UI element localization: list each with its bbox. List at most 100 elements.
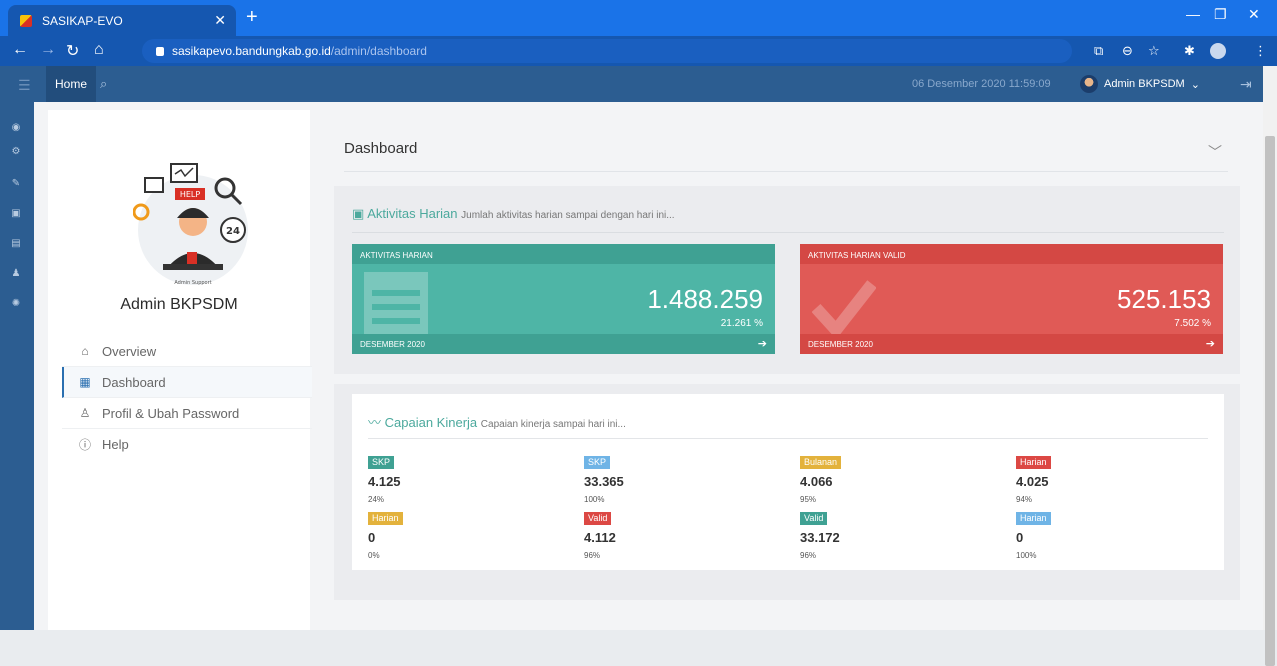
home-nav-button[interactable]: Home — [46, 66, 96, 102]
person-icon[interactable]: ♟ — [10, 268, 22, 279]
scrollbar-thumb[interactable] — [1265, 136, 1275, 666]
capaian-title: 〰 Capaian Kinerja Capaian kinerja sampai… — [368, 412, 626, 431]
card-footer: DESEMBER 2020 — [352, 334, 775, 354]
close-window-button[interactable]: ✕ — [1248, 6, 1260, 23]
stat-percent: 100% — [1016, 551, 1037, 560]
divider — [368, 438, 1208, 439]
tab-title: SASIKAP-EVO — [42, 13, 123, 28]
address-bar[interactable]: sasikapevo.bandungkab.go.id/admin/dashbo… — [142, 39, 1072, 63]
kinerja-stat: Valid 33.172 96% — [800, 508, 1000, 560]
maximize-button[interactable]: ❐ — [1214, 6, 1227, 23]
aktivitas-harian-valid-card: AKTIVITAS HARIAN VALID 525.153 7.502 % D… — [800, 244, 1223, 354]
star-icon[interactable]: ☆ — [1148, 43, 1160, 59]
profile-menu: ⌂ Overview ▦ Dashboard ♙ Profil & Ubah P… — [62, 336, 312, 460]
card-header: AKTIVITAS HARIAN VALID — [800, 244, 1223, 264]
illustration-help-text: HELP — [180, 190, 201, 199]
stat-value: 0 — [1016, 530, 1024, 545]
user-circle-icon[interactable]: ◉ — [10, 122, 22, 133]
aktivitas-harian-box: ▣ Aktivitas Harian Jumlah aktivitas hari… — [334, 186, 1240, 374]
stat-percent: 96% — [800, 551, 817, 560]
skp-badge: SKP — [584, 456, 611, 469]
minimize-button[interactable]: — — [1186, 6, 1200, 22]
forward-arrow-icon[interactable]: → — [40, 41, 56, 59]
bulanan-badge: Bulanan — [800, 456, 842, 469]
menu-item-label: Profil & Ubah Password — [102, 405, 240, 421]
card-icon[interactable]: ▤ — [10, 238, 22, 249]
card-percent: 21.261 % — [720, 318, 763, 329]
arrow-circle-right-icon[interactable]: ➔ — [758, 337, 767, 350]
harian-badge: Harian — [1016, 512, 1051, 525]
menu-item-profil[interactable]: ♙ Profil & Ubah Password — [62, 398, 312, 429]
stat-value: 33.365 — [584, 474, 624, 489]
menu-item-help[interactable]: ⓘ Help — [62, 429, 312, 460]
left-icon-rail: ◉ ⚙ ✎ ▣ ▤ ♟ ✺ — [0, 102, 34, 630]
menu-item-dashboard[interactable]: ▦ Dashboard — [62, 367, 312, 398]
kinerja-stat: SKP 4.125 24% — [368, 452, 568, 504]
home-icon: ⌂ — [81, 344, 89, 358]
page-title: Dashboard — [344, 140, 418, 157]
hamburger-icon[interactable]: ☰ — [18, 77, 31, 94]
browser-tab[interactable]: SASIKAP-EVO ✕ — [8, 5, 236, 36]
gear-icon[interactable]: ✺ — [10, 298, 22, 309]
card-value: 1.488.259 — [647, 284, 763, 314]
aktivitas-title-text: Aktivitas Harian — [367, 206, 458, 221]
kebab-menu-icon[interactable]: ⋮ — [1254, 43, 1267, 59]
stat-value: 4.125 — [368, 474, 401, 489]
user-icon: ♙ — [79, 406, 91, 420]
illustration-24-text: 24 — [226, 226, 240, 237]
new-tab-button[interactable]: + — [246, 6, 258, 29]
back-arrow-icon[interactable]: ← — [12, 41, 28, 59]
dashboard-content: Dashboard ﹀ ▣ Aktivitas Harian Jumlah ak… — [334, 110, 1240, 630]
translate-icon[interactable]: ⧉ — [1094, 43, 1103, 59]
stat-percent: 96% — [584, 551, 601, 560]
logout-icon[interactable]: ⇥ — [1240, 76, 1252, 93]
reload-icon[interactable]: ↻ — [66, 41, 79, 61]
stat-percent: 94% — [1016, 495, 1033, 504]
url-path: /admin/dashboard — [330, 44, 427, 58]
kinerja-stat: Valid 4.112 96% — [584, 508, 784, 560]
profile-panel: HELP 24 Admin Support Admin BKPSDM ⌂ Ove… — [48, 110, 312, 630]
stat-value: 33.172 — [800, 530, 840, 545]
harian-badge: Harian — [1016, 456, 1051, 469]
page-scrollbar[interactable] — [1263, 66, 1277, 666]
card-footer: DESEMBER 2020 — [800, 334, 1223, 354]
site-favicon-icon — [20, 14, 32, 27]
avatar — [1080, 75, 1098, 93]
picture-icon[interactable]: ▣ — [10, 208, 22, 219]
aktivitas-subtitle: Jumlah aktivitas harian sampai dengan ha… — [461, 210, 675, 221]
stat-value: 4.112 — [584, 530, 616, 545]
menu-item-label: Dashboard — [102, 374, 166, 390]
home-icon[interactable]: ⌂ — [94, 41, 104, 59]
browser-toolbar: ← → ↻ ⌂ sasikapevo.bandungkab.go.id/admi… — [0, 36, 1277, 66]
menu-item-overview[interactable]: ⌂ Overview — [62, 336, 312, 367]
capaian-title-text: Capaian Kinerja — [384, 415, 478, 430]
kinerja-stat: SKP 33.365 100% — [584, 452, 784, 504]
card-header: AKTIVITAS HARIAN — [352, 244, 775, 264]
lock-icon — [156, 46, 164, 56]
arrow-circle-right-icon[interactable]: ➔ — [1206, 337, 1215, 350]
extensions-icon[interactable]: ✱ — [1184, 43, 1195, 59]
menu-item-label: Overview — [102, 343, 157, 359]
kinerja-stat: Harian 0 100% — [1016, 508, 1216, 560]
stat-percent: 0% — [368, 551, 380, 560]
user-menu[interactable]: Admin BKPSDM ⌄ — [1080, 75, 1200, 93]
profile-avatar-icon[interactable] — [1210, 43, 1226, 59]
kinerja-stat: Bulanan 4.066 95% — [800, 452, 1000, 504]
edit-icon[interactable]: ✎ — [10, 178, 22, 189]
stat-percent: 95% — [800, 495, 817, 504]
app-topbar: ☰ Home ⌕ 06 Desember 2020 11:59:09 Admin… — [0, 66, 1263, 102]
zoom-icon[interactable]: ⊖ — [1122, 43, 1133, 59]
skp-badge: SKP — [368, 456, 395, 469]
illustration-caption: Admin Support — [174, 280, 211, 286]
trend-line-icon: 〰 — [368, 415, 382, 430]
search-icon[interactable]: ⌕ — [100, 76, 107, 92]
main-area: HELP 24 Admin Support Admin BKPSDM ⌂ Ove… — [34, 102, 1263, 630]
tab-close-icon[interactable]: ✕ — [214, 12, 226, 29]
capaian-kinerja-panel: 〰 Capaian Kinerja Capaian kinerja sampai… — [352, 394, 1224, 570]
kinerja-stat: Harian 0 0% — [368, 508, 568, 560]
cogs-icon[interactable]: ⚙ — [10, 146, 22, 157]
stat-value: 4.066 — [800, 474, 833, 489]
chevron-down-icon[interactable]: ﹀ — [1208, 142, 1222, 162]
stat-percent: 24% — [368, 495, 385, 504]
info-icon: ⓘ — [78, 438, 91, 452]
